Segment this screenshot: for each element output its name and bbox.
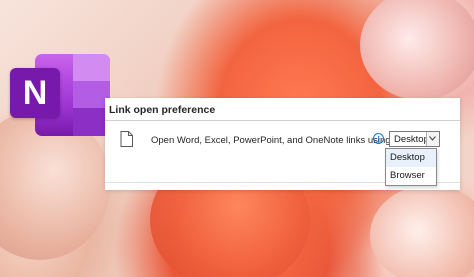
onenote-logo-icon: N <box>10 54 110 136</box>
logo-letter: N <box>10 68 60 118</box>
link-option-label: Open Word, Excel, PowerPoint, and OneNot… <box>151 135 394 146</box>
dropdown-option-desktop[interactable]: Desktop <box>386 149 436 167</box>
select-value: Desktop <box>394 134 429 145</box>
wallpaper-shape <box>370 185 474 277</box>
chevron-down-icon[interactable] <box>426 132 439 146</box>
document-icon <box>120 131 133 147</box>
divider <box>105 120 460 121</box>
open-links-dropdown: Desktop Browser <box>385 148 437 186</box>
wallpaper-shape <box>360 0 474 100</box>
section-header: Link open preference <box>109 104 216 116</box>
dropdown-option-browser[interactable]: Browser <box>386 167 436 185</box>
info-icon[interactable]: i <box>373 133 384 144</box>
open-links-select[interactable]: Desktop <box>389 131 440 147</box>
